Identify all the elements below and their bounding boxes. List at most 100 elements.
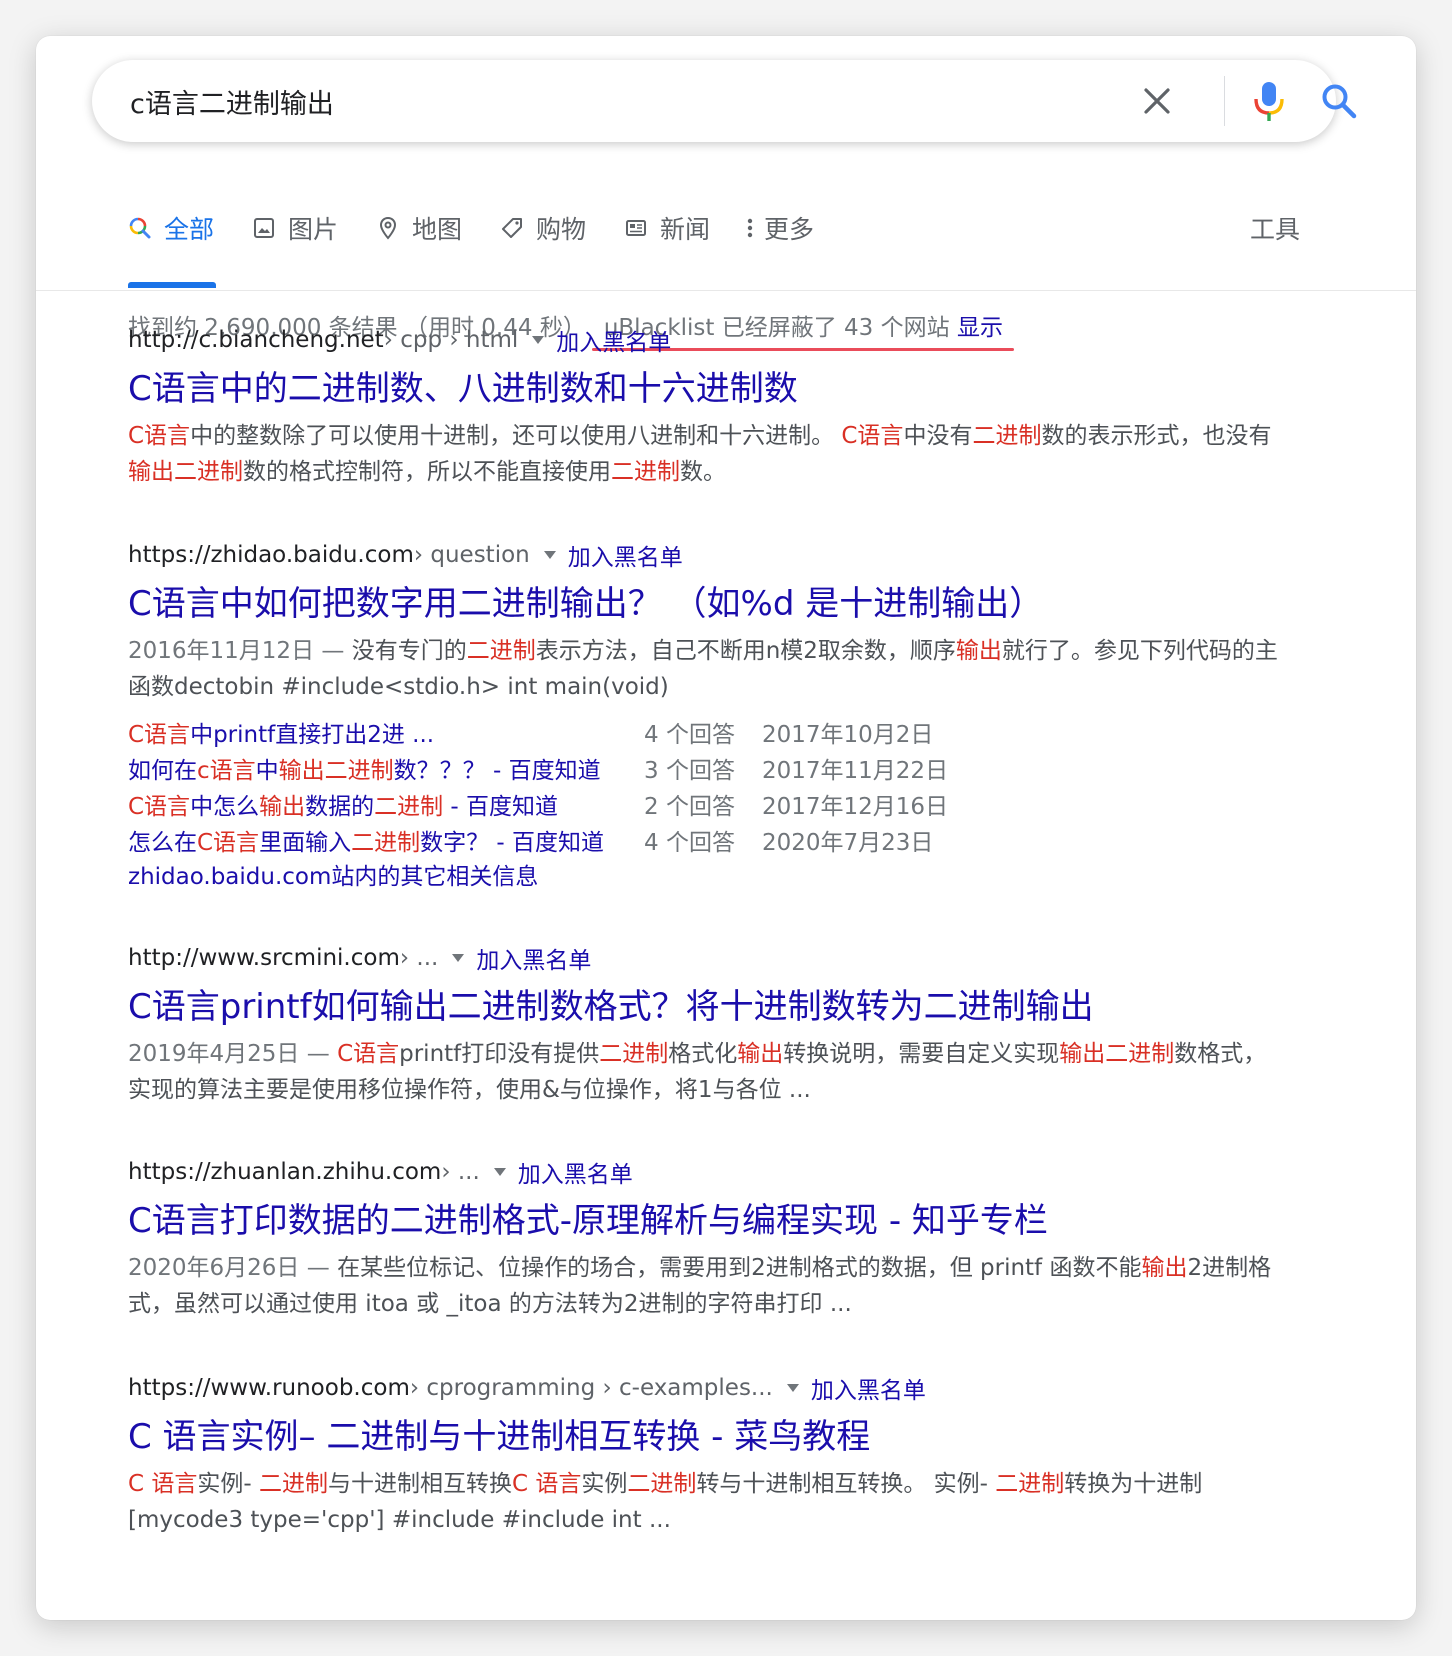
answer-count: 4 个回答 bbox=[644, 722, 735, 748]
tab-maps[interactable]: 地图 bbox=[374, 210, 462, 246]
more-from-site-link[interactable]: zhidao.baidu.com站内的其它相关信息 bbox=[128, 859, 1278, 895]
sub-result-link[interactable]: C语言中怎么输出数据的二进制 - 百度知道 bbox=[128, 787, 558, 821]
snippet-text: 中怎么 bbox=[190, 794, 260, 820]
search-bar-divider bbox=[1224, 76, 1225, 126]
result-title[interactable]: C语言中如何把数字用二进制输出？ （如%d 是十进制输出） bbox=[128, 581, 1278, 627]
highlighted-term: 二进制 bbox=[351, 830, 421, 856]
snippet-text: 数。 bbox=[680, 459, 726, 485]
sub-result-row: C语言中怎么输出数据的二进制 - 百度知道 2 个回答 2017年12月16日 bbox=[128, 787, 1278, 823]
result-path: › question bbox=[413, 542, 530, 568]
tab-label: 更多 bbox=[764, 215, 815, 244]
result-date: 2016年11月12日 — bbox=[128, 638, 352, 664]
search-result: https://www.runoob.com › cprogramming › … bbox=[128, 1372, 1278, 1538]
sub-results: C语言中printf直接打出2进 ... 4 个回答 2017年10月2日 如何… bbox=[128, 715, 1278, 895]
result-breadcrumb: https://www.runoob.com › cprogramming › … bbox=[128, 1372, 1278, 1404]
tab-news[interactable]: 新闻 bbox=[622, 210, 710, 246]
highlighted-term: 输出 bbox=[259, 794, 306, 820]
answer-count: 4 个回答 bbox=[644, 830, 735, 856]
highlighted-term: C语言 bbox=[128, 423, 191, 449]
dropdown-caret-icon[interactable] bbox=[786, 1384, 799, 1392]
search-tabs: 全部 图片 地图 购物 新闻 更多 工具 bbox=[36, 186, 1416, 291]
sub-result-row: 如何在c语言中输出二进制数？？？ - 百度知道 3 个回答 2017年11月22… bbox=[128, 751, 1278, 787]
snippet-text: 数？？？ - 百度知道 bbox=[393, 758, 601, 784]
sub-result-row: 怎么在C语言里面输入二进制数字？ - 百度知道 4 个回答 2020年7月23日 bbox=[128, 823, 1278, 859]
highlighted-term: c语言 bbox=[197, 758, 256, 784]
add-to-blacklist-link[interactable]: 加入黑名单 bbox=[476, 941, 591, 975]
snippet-text: 数的表示形式，也没有 bbox=[1041, 423, 1272, 449]
newspaper-icon bbox=[622, 214, 650, 242]
result-breadcrumb: http://www.srcmini.com › ... 加入黑名单 bbox=[128, 942, 1278, 974]
tab-label: 地图 bbox=[412, 215, 463, 244]
dropdown-caret-icon[interactable] bbox=[532, 336, 545, 344]
result-title[interactable]: C语言printf如何输出二进制数格式？将十进制数转为二进制输出 bbox=[128, 984, 1278, 1030]
result-breadcrumb: http://c.biancheng.net › cpp › html 加入黑名… bbox=[128, 324, 1278, 356]
snippet-text: 没有专门的 bbox=[351, 638, 467, 664]
snippet-text: 与十进制相互转换 bbox=[328, 1471, 512, 1497]
result-title[interactable]: C 语言实例– 二进制与十进制相互转换 - 菜鸟教程 bbox=[128, 1414, 1278, 1460]
tag-icon bbox=[498, 214, 526, 242]
active-tab-indicator bbox=[128, 282, 216, 288]
highlighted-term: 二进制 bbox=[972, 423, 1042, 449]
image-icon bbox=[250, 214, 278, 242]
add-to-blacklist-link[interactable]: 加入黑名单 bbox=[518, 1155, 633, 1189]
result-title[interactable]: C语言打印数据的二进制格式-原理解析与编程实现 - 知乎专栏 bbox=[128, 1198, 1278, 1244]
result-site: https://www.runoob.com bbox=[128, 1375, 410, 1401]
result-path: › cpp › html bbox=[383, 327, 519, 353]
highlighted-term: C语言 bbox=[197, 830, 260, 856]
clear-icon[interactable] bbox=[1140, 84, 1174, 118]
tab-all[interactable]: 全部 bbox=[126, 210, 214, 246]
snippet-text: 中没有 bbox=[903, 423, 973, 449]
highlighted-term: C 语言 bbox=[512, 1471, 582, 1497]
sub-result-link[interactable]: 怎么在C语言里面输入二进制数字？ - 百度知道 bbox=[128, 823, 604, 857]
more-vert-icon bbox=[742, 214, 758, 242]
highlighted-term: C语言 bbox=[128, 722, 191, 748]
snippet-text: - 百度知道 bbox=[443, 794, 558, 820]
add-to-blacklist-link[interactable]: 加入黑名单 bbox=[568, 538, 683, 572]
snippet-text: 如何在 bbox=[128, 758, 197, 784]
highlighted-term: 输出 bbox=[1141, 1255, 1188, 1281]
sub-result-link[interactable]: 如何在c语言中输出二进制数？？？ - 百度知道 bbox=[128, 751, 601, 785]
highlighted-term: 输出二进制 bbox=[278, 758, 394, 784]
highlighted-term: 二进制 bbox=[611, 459, 680, 485]
dropdown-caret-icon[interactable] bbox=[493, 1168, 506, 1176]
result-snippet: C 语言实例- 二进制与十进制相互转换C 语言实例二进制转与十进制相互转换。 实… bbox=[128, 1466, 1278, 1538]
search-result: http://www.srcmini.com › ... 加入黑名单 C语言pr… bbox=[128, 942, 1278, 1108]
google-search-icon bbox=[126, 214, 154, 242]
snippet-text: printf打印没有提供 bbox=[399, 1041, 600, 1067]
highlighted-term: 输出二进制 bbox=[128, 459, 243, 485]
highlighted-term: C语言 bbox=[128, 794, 191, 820]
highlighted-term: 输出 bbox=[955, 638, 1002, 664]
microphone-icon[interactable] bbox=[1252, 80, 1286, 122]
sub-result-link[interactable]: C语言中printf直接打出2进 ... bbox=[128, 715, 434, 749]
result-title[interactable]: C语言中的二进制数、八进制数和十六进制数 bbox=[128, 366, 1278, 412]
search-bar bbox=[92, 60, 1357, 142]
sub-result-date: 2020年7月23日 bbox=[762, 830, 934, 856]
sub-result-date: 2017年11月22日 bbox=[762, 758, 949, 784]
result-site: http://www.srcmini.com bbox=[128, 945, 400, 971]
tools-button[interactable]: 工具 bbox=[1250, 210, 1300, 246]
search-input[interactable] bbox=[130, 80, 1010, 122]
dropdown-caret-icon[interactable] bbox=[543, 551, 556, 559]
tab-label: 图片 bbox=[288, 215, 339, 244]
snippet-text: 格式化 bbox=[668, 1041, 738, 1067]
sub-result-date: 2017年12月16日 bbox=[762, 794, 949, 820]
result-site: http://c.biancheng.net bbox=[128, 327, 384, 353]
highlighted-term: C 语言 bbox=[128, 1471, 198, 1497]
highlighted-term: 二进制 bbox=[259, 1471, 328, 1497]
tab-images[interactable]: 图片 bbox=[250, 210, 338, 246]
sub-result-date: 2017年10月2日 bbox=[762, 722, 934, 748]
dropdown-caret-icon[interactable] bbox=[452, 954, 465, 962]
tab-shopping[interactable]: 购物 bbox=[498, 210, 586, 246]
answer-count: 3 个回答 bbox=[644, 758, 735, 784]
highlighted-term: C语言 bbox=[841, 423, 904, 449]
highlighted-term: 二进制 bbox=[599, 1041, 669, 1067]
result-snippet: 2019年4月25日 — C语言printf打印没有提供二进制格式化输出转换说明… bbox=[128, 1036, 1278, 1108]
snippet-text: 数字？ - 百度知道 bbox=[420, 830, 604, 856]
add-to-blacklist-link[interactable]: 加入黑名单 bbox=[811, 1371, 926, 1405]
snippet-text: 实例- bbox=[197, 1471, 259, 1497]
search-result: https://zhidao.baidu.com › question 加入黑名… bbox=[128, 539, 1278, 895]
search-icon[interactable] bbox=[1320, 82, 1358, 120]
snippet-text: 数据的 bbox=[305, 794, 375, 820]
add-to-blacklist-link[interactable]: 加入黑名单 bbox=[556, 323, 671, 357]
tab-more[interactable]: 更多 bbox=[742, 210, 814, 246]
